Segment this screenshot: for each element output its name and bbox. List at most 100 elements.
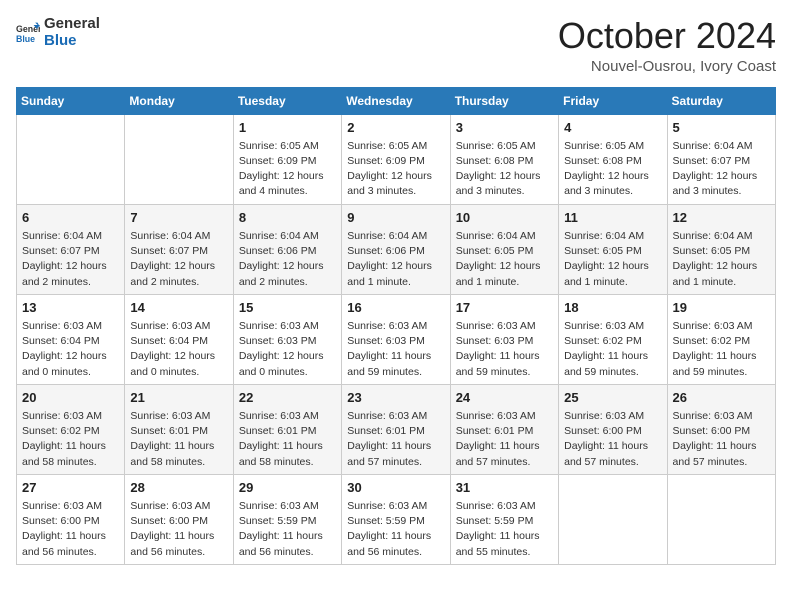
day-number: 1	[239, 119, 336, 137]
calendar-cell: 24Sunrise: 6:03 AM Sunset: 6:01 PM Dayli…	[450, 384, 558, 474]
calendar-cell	[125, 114, 233, 204]
calendar-cell: 1 Sunrise: 6:05 AM Sunset: 6:09 PM Daylig…	[233, 114, 341, 204]
calendar-cell: 8Sunrise: 6:04 AM Sunset: 6:06 PM Daylig…	[233, 204, 341, 294]
location-subtitle: Nouvel-Ousrou, Ivory Coast	[558, 58, 776, 75]
day-info: Sunrise: 6:03 AM Sunset: 5:59 PM Dayligh…	[347, 499, 444, 560]
day-header-friday: Friday	[559, 87, 667, 114]
calendar-cell: 10Sunrise: 6:04 AM Sunset: 6:05 PM Dayli…	[450, 204, 558, 294]
calendar-body: 1 Sunrise: 6:05 AM Sunset: 6:09 PM Daylig…	[17, 114, 776, 564]
calendar-cell: 17 Sunrise: 6:03 AM Sunset: 6:03 PM Dayli…	[450, 294, 558, 384]
day-info: Sunrise: 6:04 AM Sunset: 6:07 PM Dayligh…	[130, 229, 227, 290]
calendar-cell: 25 Sunrise: 6:03 AM Sunset: 6:00 PM Dayli…	[559, 384, 667, 474]
day-number: 18	[564, 299, 661, 317]
calendar-cell: 7 Sunrise: 6:04 AM Sunset: 6:07 PM Daylig…	[125, 204, 233, 294]
day-number: 7	[130, 209, 227, 227]
day-info: Sunrise: 6:03 AM Sunset: 6:03 PM Dayligh…	[347, 319, 444, 380]
calendar-cell: 16 Sunrise: 6:03 AM Sunset: 6:03 PM Dayli…	[342, 294, 450, 384]
day-header-sunday: Sunday	[17, 87, 125, 114]
day-info: Sunrise: 6:03 AM Sunset: 6:01 PM Dayligh…	[130, 409, 227, 470]
calendar-cell: 19 Sunrise: 6:03 AM Sunset: 6:02 PM Dayli…	[667, 294, 775, 384]
calendar-cell: 20Sunrise: 6:03 AM Sunset: 6:02 PM Dayli…	[17, 384, 125, 474]
day-number: 22	[239, 389, 336, 407]
day-info: Sunrise: 6:03 AM Sunset: 6:01 PM Dayligh…	[347, 409, 444, 470]
day-number: 12	[673, 209, 770, 227]
day-number: 5	[673, 119, 770, 137]
day-number: 16	[347, 299, 444, 317]
day-info: Sunrise: 6:03 AM Sunset: 6:00 PM Dayligh…	[673, 409, 770, 470]
day-info: Sunrise: 6:03 AM Sunset: 6:03 PM Dayligh…	[239, 319, 336, 380]
day-number: 27	[22, 479, 119, 497]
day-number: 31	[456, 479, 553, 497]
day-number: 6	[22, 209, 119, 227]
calendar-table: SundayMondayTuesdayWednesdayThursdayFrid…	[16, 87, 776, 565]
day-number: 25	[564, 389, 661, 407]
day-number: 11	[564, 209, 661, 227]
day-header-tuesday: Tuesday	[233, 87, 341, 114]
day-info: Sunrise: 6:03 AM Sunset: 6:02 PM Dayligh…	[22, 409, 119, 470]
calendar-cell: 27 Sunrise: 6:03 AM Sunset: 6:00 PM Dayli…	[17, 474, 125, 564]
week-row-1: 1 Sunrise: 6:05 AM Sunset: 6:09 PM Daylig…	[17, 114, 776, 204]
day-number: 28	[130, 479, 227, 497]
day-number: 29	[239, 479, 336, 497]
day-info: Sunrise: 6:04 AM Sunset: 6:05 PM Dayligh…	[564, 229, 661, 290]
day-info: Sunrise: 6:05 AM Sunset: 6:08 PM Dayligh…	[564, 139, 661, 200]
logo-icon: General Blue	[16, 21, 40, 45]
day-info: Sunrise: 6:04 AM Sunset: 6:07 PM Dayligh…	[22, 229, 119, 290]
day-header-saturday: Saturday	[667, 87, 775, 114]
day-info: Sunrise: 6:05 AM Sunset: 6:08 PM Dayligh…	[456, 139, 553, 200]
logo: General Blue General Blue	[16, 16, 100, 49]
day-info: Sunrise: 6:03 AM Sunset: 6:00 PM Dayligh…	[564, 409, 661, 470]
day-info: Sunrise: 6:04 AM Sunset: 6:05 PM Dayligh…	[456, 229, 553, 290]
title-area: October 2024 Nouvel-Ousrou, Ivory Coast	[558, 16, 776, 75]
day-info: Sunrise: 6:03 AM Sunset: 6:04 PM Dayligh…	[22, 319, 119, 380]
calendar-cell: 11 Sunrise: 6:04 AM Sunset: 6:05 PM Dayli…	[559, 204, 667, 294]
calendar-cell: 22 Sunrise: 6:03 AM Sunset: 6:01 PM Dayli…	[233, 384, 341, 474]
calendar-cell: 5Sunrise: 6:04 AM Sunset: 6:07 PM Daylig…	[667, 114, 775, 204]
day-info: Sunrise: 6:03 AM Sunset: 6:02 PM Dayligh…	[673, 319, 770, 380]
day-info: Sunrise: 6:03 AM Sunset: 5:59 PM Dayligh…	[239, 499, 336, 560]
day-number: 30	[347, 479, 444, 497]
day-number: 15	[239, 299, 336, 317]
calendar-cell: 4 Sunrise: 6:05 AM Sunset: 6:08 PM Daylig…	[559, 114, 667, 204]
days-header-row: SundayMondayTuesdayWednesdayThursdayFrid…	[17, 87, 776, 114]
calendar-cell	[17, 114, 125, 204]
calendar-cell: 9 Sunrise: 6:04 AM Sunset: 6:06 PM Daylig…	[342, 204, 450, 294]
day-info: Sunrise: 6:04 AM Sunset: 6:05 PM Dayligh…	[673, 229, 770, 290]
calendar-cell: 18Sunrise: 6:03 AM Sunset: 6:02 PM Dayli…	[559, 294, 667, 384]
day-number: 26	[673, 389, 770, 407]
calendar-cell: 2Sunrise: 6:05 AM Sunset: 6:09 PM Daylig…	[342, 114, 450, 204]
week-row-3: 13 Sunrise: 6:03 AM Sunset: 6:04 PM Dayli…	[17, 294, 776, 384]
calendar-cell	[559, 474, 667, 564]
day-info: Sunrise: 6:05 AM Sunset: 6:09 PM Dayligh…	[239, 139, 336, 200]
day-number: 3	[456, 119, 553, 137]
day-number: 13	[22, 299, 119, 317]
day-number: 17	[456, 299, 553, 317]
day-info: Sunrise: 6:03 AM Sunset: 6:01 PM Dayligh…	[239, 409, 336, 470]
day-info: Sunrise: 6:03 AM Sunset: 6:04 PM Dayligh…	[130, 319, 227, 380]
calendar-cell: 31Sunrise: 6:03 AM Sunset: 5:59 PM Dayli…	[450, 474, 558, 564]
calendar-cell: 26 Sunrise: 6:03 AM Sunset: 6:00 PM Dayli…	[667, 384, 775, 474]
calendar-cell	[667, 474, 775, 564]
svg-text:Blue: Blue	[16, 33, 35, 43]
day-number: 14	[130, 299, 227, 317]
day-number: 19	[673, 299, 770, 317]
day-header-thursday: Thursday	[450, 87, 558, 114]
calendar-cell: 6 Sunrise: 6:04 AM Sunset: 6:07 PM Daylig…	[17, 204, 125, 294]
calendar-cell: 23Sunrise: 6:03 AM Sunset: 6:01 PM Dayli…	[342, 384, 450, 474]
week-row-2: 6 Sunrise: 6:04 AM Sunset: 6:07 PM Daylig…	[17, 204, 776, 294]
day-number: 8	[239, 209, 336, 227]
day-number: 4	[564, 119, 661, 137]
day-info: Sunrise: 6:04 AM Sunset: 6:06 PM Dayligh…	[347, 229, 444, 290]
calendar-cell: 21 Sunrise: 6:03 AM Sunset: 6:01 PM Dayli…	[125, 384, 233, 474]
day-number: 21	[130, 389, 227, 407]
day-info: Sunrise: 6:03 AM Sunset: 6:00 PM Dayligh…	[22, 499, 119, 560]
day-number: 9	[347, 209, 444, 227]
week-row-4: 20Sunrise: 6:03 AM Sunset: 6:02 PM Dayli…	[17, 384, 776, 474]
calendar-cell: 30 Sunrise: 6:03 AM Sunset: 5:59 PM Dayli…	[342, 474, 450, 564]
calendar-cell: 12 Sunrise: 6:04 AM Sunset: 6:05 PM Dayli…	[667, 204, 775, 294]
day-header-wednesday: Wednesday	[342, 87, 450, 114]
header: General Blue General Blue October 2024 N…	[16, 16, 776, 75]
calendar-cell: 3 Sunrise: 6:05 AM Sunset: 6:08 PM Daylig…	[450, 114, 558, 204]
calendar-cell: 28Sunrise: 6:03 AM Sunset: 6:00 PM Dayli…	[125, 474, 233, 564]
day-info: Sunrise: 6:03 AM Sunset: 6:03 PM Dayligh…	[456, 319, 553, 380]
